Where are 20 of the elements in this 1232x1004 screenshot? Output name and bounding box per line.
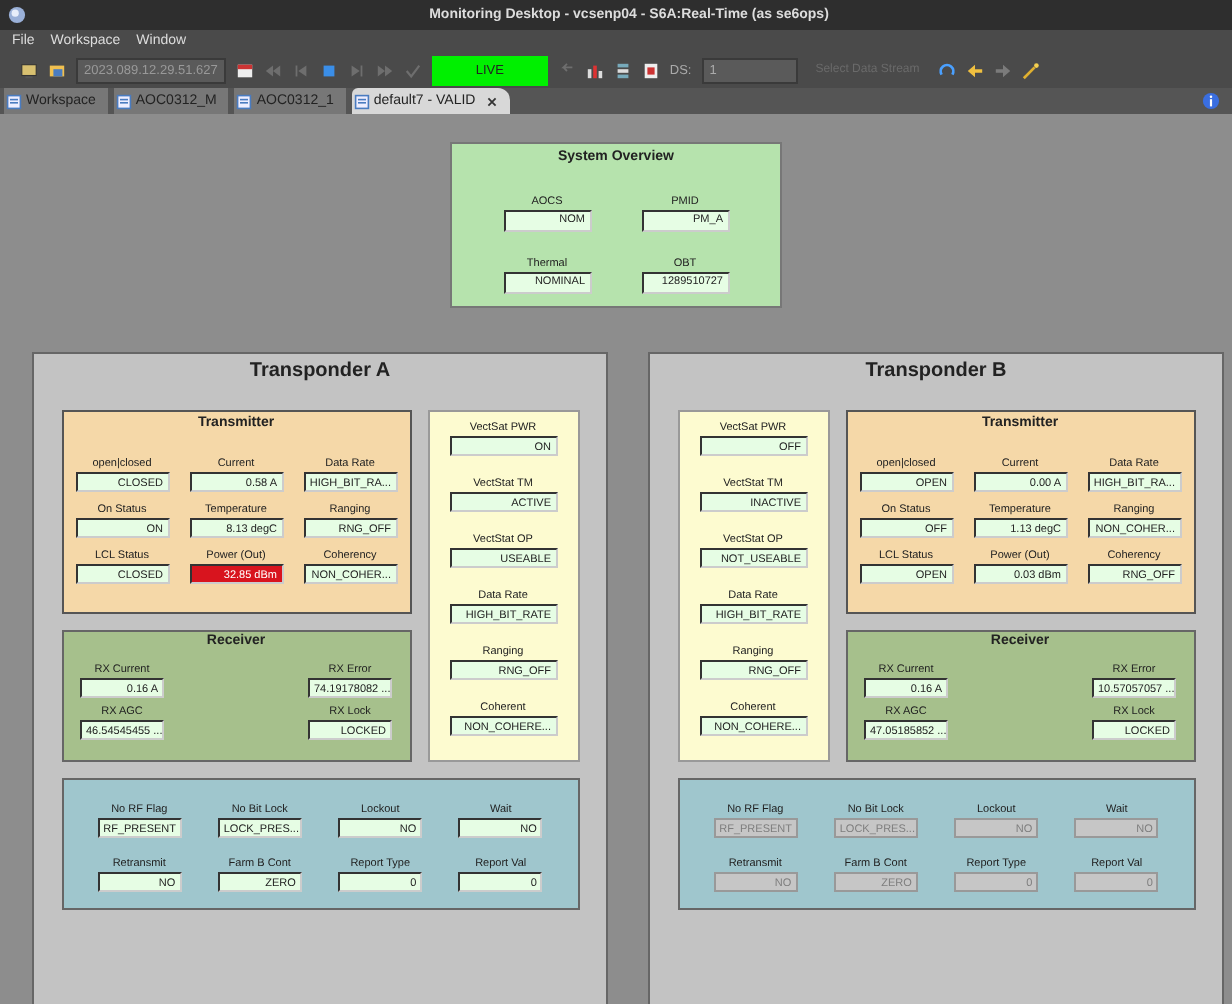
refresh-icon[interactable]	[937, 61, 956, 79]
monitor-icon[interactable]	[20, 61, 38, 79]
stop-icon[interactable]	[319, 61, 338, 79]
tab-icon	[6, 93, 22, 109]
close-icon[interactable]	[485, 95, 498, 107]
tab-icon	[115, 93, 132, 109]
app-icon	[8, 6, 26, 24]
check-icon[interactable]	[403, 61, 422, 79]
info-icon[interactable]	[1202, 92, 1220, 110]
panel-title: Transponder B	[865, 360, 1007, 382]
folder-icon[interactable]	[48, 61, 66, 79]
wand-icon[interactable]	[1021, 61, 1040, 79]
panel-title: Transponder A	[249, 360, 391, 382]
left-arrow-icon[interactable]	[965, 61, 984, 79]
chart-icon[interactable]	[585, 61, 604, 79]
list-icon[interactable]	[613, 61, 632, 79]
tab-icon	[353, 93, 370, 109]
document-icon[interactable]	[641, 61, 660, 79]
tab-icon	[236, 93, 253, 109]
calendar-icon[interactable]	[235, 61, 254, 79]
